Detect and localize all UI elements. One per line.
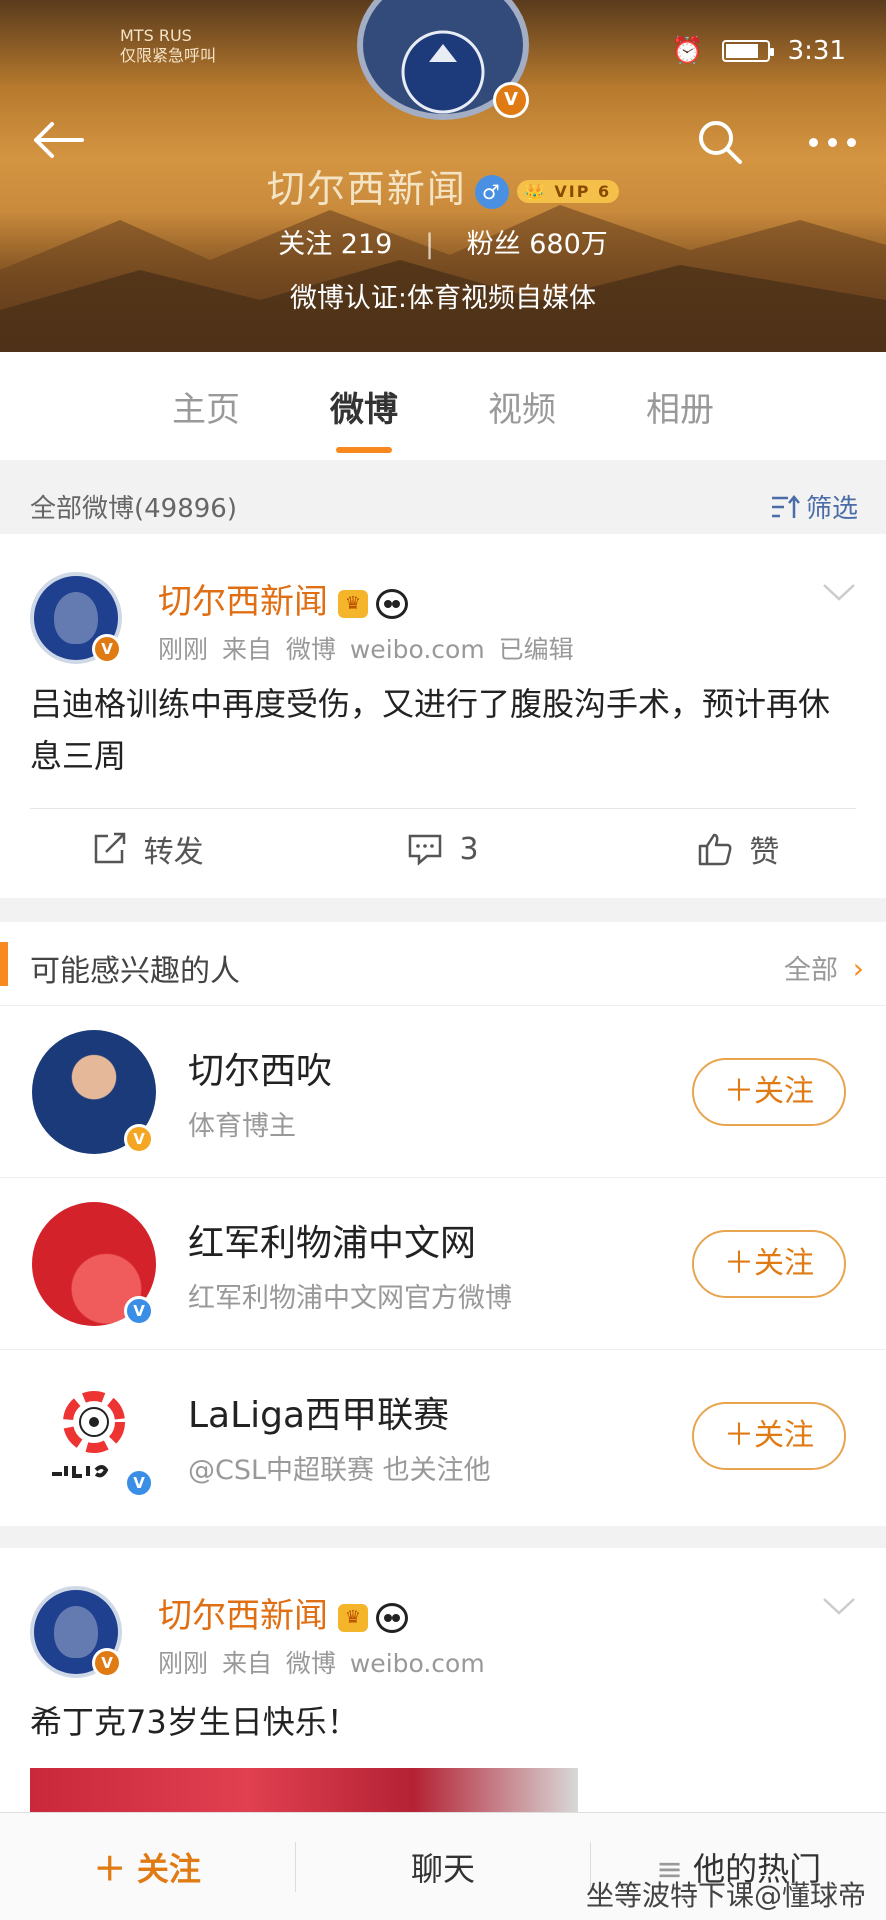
clock-text: 3:31 xyxy=(787,36,846,66)
profile-tabs: 主页 微博 视频 相册 xyxy=(0,352,886,460)
post-text: 希丁克73岁生日快乐！ xyxy=(30,1703,359,1741)
profile-header: MTS RUS 仅限紧急呼叫 ⏰ 3:31 V 切尔西新闻 ♂ 👑 VIP 6 关注… xyxy=(0,0,886,352)
post-edited: 已编辑 xyxy=(498,635,574,664)
user-desc: 体育博主 xyxy=(188,1111,296,1142)
recommend-header: 可能感兴趣的人 全部 › xyxy=(0,922,886,1006)
filter-label: 筛选 xyxy=(805,494,858,524)
recommend-item[interactable]: V LaLiga西甲联赛 @CSL中超联赛 也关注他 ＋关注 xyxy=(0,1350,886,1522)
post-source: 来自 微博 weibo.com xyxy=(221,1649,485,1678)
tab-video[interactable]: 视频 xyxy=(478,382,566,431)
followers-count[interactable]: 680万 xyxy=(529,229,608,260)
carrier-text: MTS RUS xyxy=(120,26,192,45)
like-button[interactable]: 赞 xyxy=(591,827,886,871)
user-desc: 红军利物浦中文网官方微博 xyxy=(188,1283,512,1314)
recommend-title: 可能感兴趣的人 xyxy=(30,954,240,989)
more-options-icon[interactable] xyxy=(809,138,856,147)
post-meta: 刚刚 来自 微博 weibo.com xyxy=(158,1644,485,1680)
watermark: 坐等波特下课@懂球帝 xyxy=(585,1879,866,1912)
bottom-action-bar: ＋ 关注 聊天 ≡ 他的热门 坐等波特下课@懂球帝 xyxy=(0,1812,886,1920)
user-desc: @CSL中超联赛 也关注他 xyxy=(188,1455,491,1486)
post-time: 刚刚 xyxy=(158,635,209,664)
verified-badge-icon: V xyxy=(124,1296,154,1326)
chat-button[interactable]: 聊天 xyxy=(296,1844,591,1890)
follow-button[interactable]: ＋关注 xyxy=(692,1402,846,1470)
panda-icon xyxy=(376,588,408,619)
male-gender-icon: ♂ xyxy=(474,174,509,209)
accent-bar xyxy=(0,942,8,986)
chevron-right-icon[interactable]: › xyxy=(853,952,864,985)
repost-icon xyxy=(94,832,125,864)
like-label: 赞 xyxy=(749,835,780,870)
status-bar-left: MTS RUS 仅限紧急呼叫 xyxy=(120,26,216,66)
recommend-all-link[interactable]: 全部 xyxy=(784,948,838,987)
verified-badge-icon: V xyxy=(124,1124,154,1154)
user-name[interactable]: LaLiga西甲联赛 xyxy=(188,1386,449,1438)
profile-name: 切尔西新闻 xyxy=(266,167,467,211)
comment-button[interactable]: 3 xyxy=(295,832,590,867)
recommend-item[interactable]: V 红军利物浦中文网 红军利物浦中文网官方微博 ＋关注 xyxy=(0,1178,886,1350)
weibo-post[interactable]: V 切尔西新闻 ♛ 刚刚 来自 微博 weibo.com 已编辑 吕迪格训练中再度… xyxy=(0,534,886,898)
post-author-row: 切尔西新闻 ♛ xyxy=(158,574,408,623)
post-actions: 转发 3 赞 xyxy=(0,804,886,894)
filter-button[interactable]: 筛选 xyxy=(770,488,858,525)
chevron-down-icon[interactable] xyxy=(822,1596,856,1616)
vip-badge[interactable]: 👑 VIP 6 xyxy=(516,180,620,203)
user-name[interactable]: 切尔西吹 xyxy=(188,1042,332,1094)
tab-weibo[interactable]: 微博 xyxy=(320,382,408,431)
crown-icon: ♛ xyxy=(338,589,368,618)
crown-icon: ♛ xyxy=(338,1603,368,1632)
bottom-follow-button[interactable]: ＋ 关注 xyxy=(0,1844,295,1890)
profile-name-row: 切尔西新闻 ♂ 👑 VIP 6 xyxy=(0,158,886,213)
certification-text: 微博认证:体育视频自媒体 xyxy=(289,283,597,314)
thumbs-up-icon xyxy=(699,833,732,866)
chevron-down-icon[interactable] xyxy=(822,582,856,602)
recommend-section: 可能感兴趣的人 全部 › V 切尔西吹 体育博主 ＋关注 V 红军利物浦中文网 … xyxy=(0,922,886,1526)
status-bar-right: ⏰ 3:31 xyxy=(671,36,846,66)
plus-icon: ＋ xyxy=(93,1849,126,1888)
battery-icon xyxy=(721,40,774,62)
verified-badge-icon: V xyxy=(493,82,529,118)
verified-badge-icon: V xyxy=(92,1648,122,1678)
follow-button[interactable]: ＋关注 xyxy=(692,1058,846,1126)
post-source: 来自 微博 weibo.com xyxy=(221,635,485,664)
post-text: 吕迪格训练中再度受伤，又进行了腹股沟手术，预计再休息三周 xyxy=(30,685,831,775)
repost-button[interactable]: 转发 xyxy=(0,827,295,871)
user-name[interactable]: 红军利物浦中文网 xyxy=(188,1214,476,1266)
followers-label[interactable]: 粉丝 xyxy=(467,229,521,260)
back-arrow-icon[interactable] xyxy=(30,120,84,160)
post-meta: 刚刚 来自 微博 weibo.com 已编辑 xyxy=(158,630,574,666)
post-author[interactable]: 切尔西新闻 xyxy=(158,1596,328,1636)
tab-home[interactable]: 主页 xyxy=(162,382,250,431)
repost-label: 转发 xyxy=(143,835,204,870)
panda-icon xyxy=(376,1602,408,1633)
verified-badge-icon: V xyxy=(124,1468,154,1498)
comment-count: 3 xyxy=(459,831,479,867)
follow-button[interactable]: ＋关注 xyxy=(692,1230,846,1298)
tab-album[interactable]: 相册 xyxy=(636,382,724,431)
filter-icon xyxy=(771,494,800,518)
post-author-row: 切尔西新闻 ♛ xyxy=(158,1588,408,1637)
emergency-text: 仅限紧急呼叫 xyxy=(120,46,217,65)
filter-bar: 全部微博(49896) 筛选 xyxy=(0,470,886,534)
profile-stats: 关注 219 | 粉丝 680万 xyxy=(278,229,608,260)
post-author[interactable]: 切尔西新闻 xyxy=(158,582,328,622)
alarm-icon: ⏰ xyxy=(671,36,704,66)
comment-icon xyxy=(409,834,442,866)
post-time: 刚刚 xyxy=(158,1649,209,1678)
following-count[interactable]: 219 xyxy=(341,229,393,260)
recommend-item[interactable]: V 切尔西吹 体育博主 ＋关注 xyxy=(0,1006,886,1178)
weibo-count: 全部微博(49896) xyxy=(30,494,237,524)
verified-badge-icon: V xyxy=(92,634,122,664)
following-label[interactable]: 关注 xyxy=(278,229,332,260)
